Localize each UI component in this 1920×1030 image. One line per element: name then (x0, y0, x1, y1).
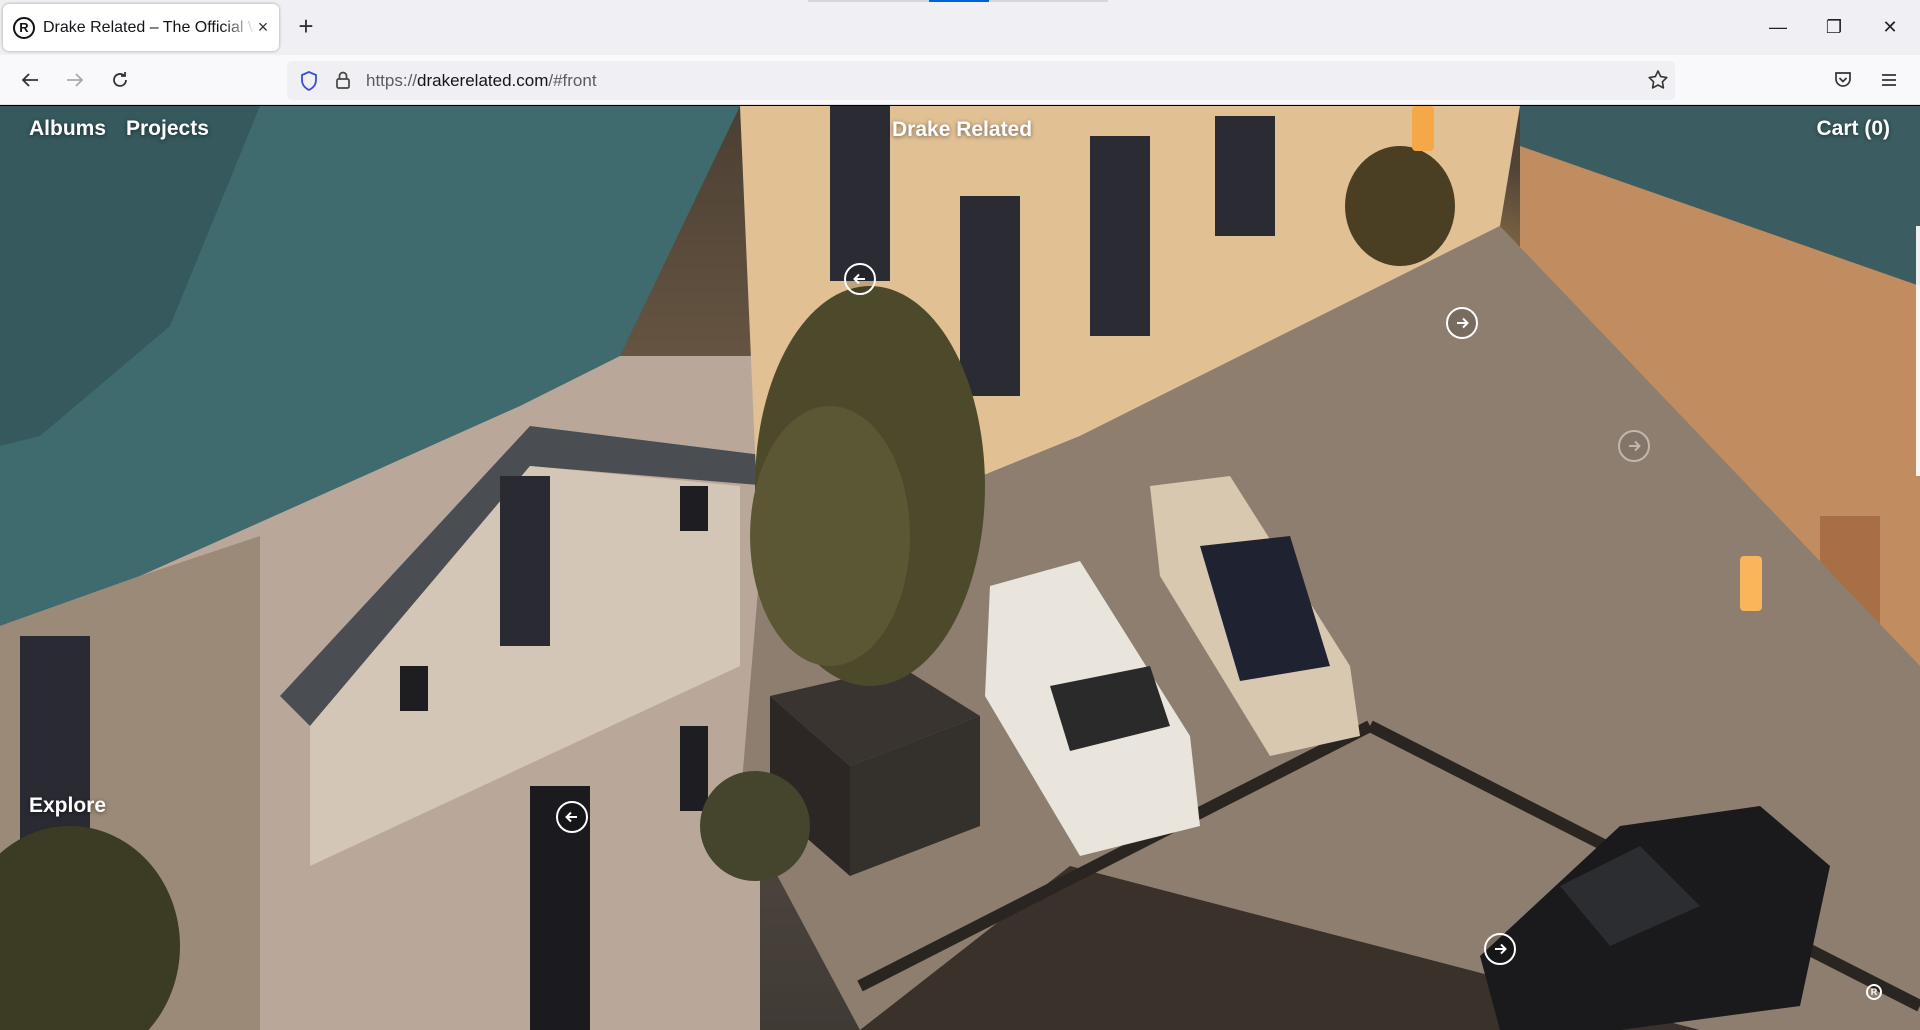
hero-scene[interactable]: Albums Projects Drake Related Cart (0) E… (0, 106, 1920, 1030)
lock-icon[interactable] (334, 70, 352, 95)
hamburger-menu-icon[interactable] (1873, 65, 1905, 95)
arrow-left-icon[interactable] (14, 65, 46, 95)
explore-link[interactable]: Explore (29, 794, 106, 818)
browser-tab[interactable]: R Drake Related – The Official Website × (3, 4, 279, 51)
nav-projects-link[interactable]: Projects (126, 117, 209, 141)
star-icon[interactable] (1647, 69, 1669, 96)
hotspot-arrow-right-icon[interactable] (1484, 933, 1516, 965)
hotspot-arrow-left-icon[interactable] (556, 801, 588, 833)
url-text[interactable]: https://drakerelated.com/#front (366, 61, 597, 100)
registered-mark-icon[interactable]: R (1866, 984, 1882, 1000)
site-favicon-icon: R (13, 16, 35, 39)
shield-icon[interactable] (300, 71, 318, 96)
arrow-right-icon[interactable] (59, 65, 91, 95)
minimize-icon[interactable]: — (1750, 0, 1806, 55)
nav-albums-link[interactable]: Albums (29, 117, 106, 141)
site-brand-title[interactable]: Drake Related (892, 118, 1032, 142)
restore-icon[interactable]: ❐ (1806, 0, 1862, 55)
scrollbar[interactable] (1916, 226, 1920, 476)
mansion-illustration (0, 106, 1920, 1030)
close-window-icon[interactable]: ✕ (1862, 0, 1918, 55)
cart-link[interactable]: Cart (0) (1816, 117, 1890, 141)
url-path: /#front (548, 71, 597, 90)
pocket-icon[interactable] (1827, 65, 1859, 95)
tab-bar: R Drake Related – The Official Website ×… (0, 0, 1920, 55)
hotspot-arrow-right-icon[interactable] (1618, 430, 1650, 462)
tab-title: Drake Related – The Official Website (43, 18, 255, 36)
url-host: drakerelated.com (417, 71, 549, 90)
navigation-toolbar: https://drakerelated.com/#front (0, 55, 1920, 105)
reload-icon[interactable] (104, 65, 136, 95)
hotspot-arrow-left-icon[interactable] (844, 263, 876, 295)
address-bar[interactable]: https://drakerelated.com/#front (287, 61, 1675, 100)
tab-strip-indicator (808, 0, 1108, 2)
close-icon[interactable]: × (255, 17, 271, 38)
hotspot-arrow-right-icon[interactable] (1446, 307, 1478, 339)
url-scheme: https:// (366, 71, 418, 90)
plus-icon[interactable]: + (295, 12, 317, 42)
